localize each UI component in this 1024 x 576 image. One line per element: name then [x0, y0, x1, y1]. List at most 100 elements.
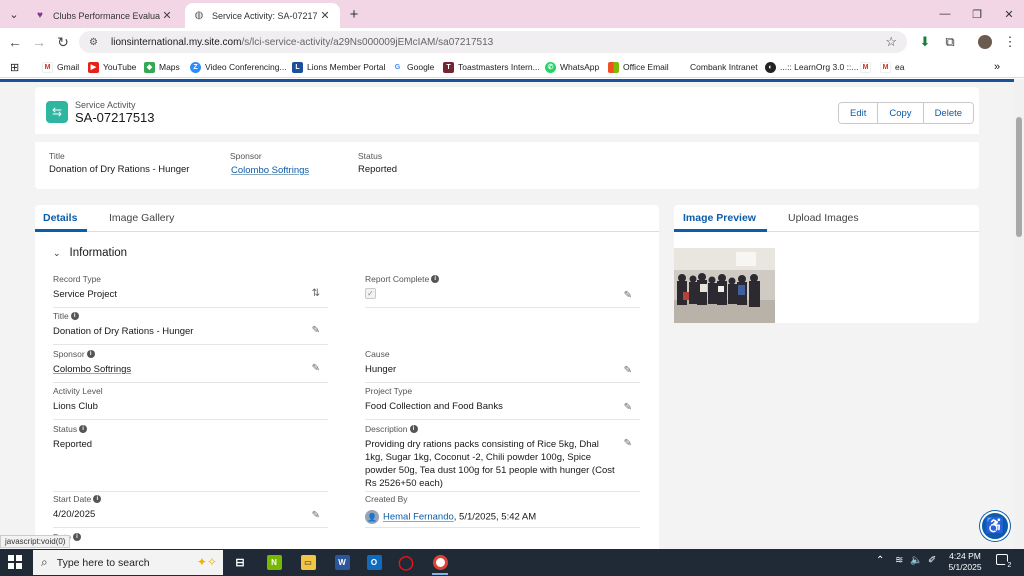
tab-details[interactable]: Details: [43, 212, 77, 224]
close-tab-icon[interactable]: ✕: [160, 9, 174, 22]
address-bar[interactable]: ⚙ lionsinternational.my.site.com/s/lci-s…: [79, 31, 907, 53]
site-info-icon[interactable]: ⚙: [89, 37, 103, 48]
field-report-complete: Report Complete i ✓ ✎: [365, 274, 640, 308]
browser-tab-service-activity[interactable]: ◍ Service Activity: SA-07217513 ✕: [185, 3, 340, 28]
edit-pencil-icon[interactable]: ✎: [624, 438, 632, 449]
whatsapp-icon: ✆: [545, 61, 556, 73]
notifications-icon[interactable]: 2: [996, 554, 1014, 570]
page-content: ⇆ Service Activity SA-07217513 Edit Copy…: [0, 79, 1014, 549]
opera-app-icon[interactable]: ◯: [394, 552, 418, 573]
reload-icon[interactable]: ↻: [53, 32, 73, 52]
profile-avatar[interactable]: [976, 33, 994, 51]
office-icon: [608, 61, 619, 73]
tray-overflow-icon[interactable]: ⌃: [876, 555, 884, 566]
back-icon[interactable]: ←: [5, 32, 25, 52]
scrollbar-thumb[interactable]: [1016, 117, 1022, 237]
bookmarks-bar: ⊞ M Gmail ▶ YouTube ◆ Maps Z Video Conferenc…: [0, 56, 1024, 78]
divider: [35, 134, 979, 142]
close-window-icon[interactable]: ✕: [994, 4, 1024, 24]
volume-icon[interactable]: 🔈: [910, 555, 922, 566]
tab-image-preview[interactable]: Image Preview: [683, 212, 756, 224]
highlight-title-label: Title: [49, 151, 65, 161]
edit-pencil-icon[interactable]: ✎: [624, 290, 632, 301]
edit-pencil-icon[interactable]: ✎: [624, 365, 632, 376]
edit-pencil-icon[interactable]: ✎: [624, 402, 632, 413]
bookmark-maps[interactable]: ◆ Maps: [144, 60, 180, 74]
change-record-type-icon[interactable]: ⇅: [312, 288, 320, 299]
taskbar-clock[interactable]: 4:24 PM 5/1/2025: [945, 551, 985, 573]
info-icon[interactable]: i: [93, 495, 102, 503]
accessibility-icon[interactable]: ♿: [980, 511, 1010, 541]
apps-grid-icon[interactable]: ⊞: [10, 60, 19, 74]
bookmark-ea[interactable]: Mea: [880, 60, 904, 74]
preview-tabs: Image Preview Upload Images: [674, 205, 979, 232]
taskbar-search-box[interactable]: ⌕ Type here to search ✦✧: [33, 550, 223, 575]
windows-start-icon[interactable]: [8, 555, 22, 569]
field-title: Title i Donation of Dry Rations - Hunger …: [53, 311, 328, 345]
edit-pencil-icon[interactable]: ✎: [312, 325, 320, 336]
activity-photo[interactable]: [674, 248, 775, 323]
copy-button[interactable]: Copy: [878, 103, 924, 123]
edit-button[interactable]: Edit: [839, 103, 879, 123]
edit-pencil-icon[interactable]: ✎: [312, 510, 320, 521]
bookmark-combank-intranet[interactable]: Combank Intranet: [690, 60, 758, 74]
lions-favicon-icon: ♥: [37, 10, 43, 21]
info-icon[interactable]: i: [70, 312, 79, 320]
section-information-header[interactable]: ⌄ Information: [53, 247, 127, 259]
bookmark-lions-member-portal[interactable]: L Lions Member Portal: [292, 60, 385, 74]
bookmark-toastmasters[interactable]: T Toastmasters Intern...: [443, 60, 540, 74]
minimize-icon[interactable]: —: [930, 4, 960, 24]
file-explorer-icon[interactable]: ▭: [296, 552, 320, 573]
nvidia-app-icon[interactable]: N: [262, 552, 286, 573]
chrome-app-icon[interactable]: [428, 552, 452, 575]
tab-upload-images[interactable]: Upload Images: [788, 212, 859, 224]
field-created-by: Created By 👤 Hemal Fernando, 5/1/2025, 5:…: [365, 494, 640, 528]
bookmark-office-email[interactable]: Office Email: [608, 60, 669, 74]
bookmark-star-icon[interactable]: ☆: [885, 34, 897, 50]
created-date: , 5/1/2025, 5:42 AM: [453, 511, 537, 523]
tab-search-chevron-icon[interactable]: ⌄: [4, 4, 24, 24]
download-icon[interactable]: ⬇: [916, 33, 934, 51]
new-tab-icon[interactable]: +: [345, 5, 363, 23]
field-status: Status i Reported: [53, 424, 328, 492]
created-by-user-link[interactable]: Hemal Fernando: [383, 512, 454, 523]
browser-tab-clubs[interactable]: ♥ Clubs Performance Evaluation S ✕: [26, 3, 182, 28]
extensions-icon[interactable]: ⧉: [941, 33, 959, 51]
bookmark-gmail-2[interactable]: M: [860, 60, 875, 74]
highlight-status-value: Reported: [358, 164, 398, 175]
bookmark-gmail[interactable]: M Gmail: [42, 60, 79, 74]
report-complete-checkbox: ✓: [365, 288, 376, 299]
info-icon[interactable]: i: [431, 275, 440, 283]
info-icon[interactable]: i: [409, 425, 418, 433]
highlight-sponsor-link[interactable]: Colombo Softrings: [231, 165, 309, 176]
delete-button[interactable]: Delete: [923, 103, 974, 123]
zoom-icon: Z: [190, 61, 201, 73]
outlook-app-icon[interactable]: O: [362, 552, 386, 573]
bookmark-youtube[interactable]: ▶ YouTube: [88, 60, 136, 74]
bookmark-whatsapp[interactable]: ✆ WhatsApp: [545, 60, 599, 74]
info-icon[interactable]: i: [72, 533, 81, 541]
pen-icon[interactable]: ✐: [928, 555, 936, 566]
clock-date: 5/1/2025: [948, 562, 982, 572]
browser-menu-icon[interactable]: ⋮: [1001, 33, 1019, 51]
forward-icon[interactable]: →: [29, 32, 49, 52]
edit-pencil-icon[interactable]: ✎: [312, 363, 320, 374]
close-tab-icon[interactable]: ✕: [318, 9, 332, 22]
wifi-icon[interactable]: ≋: [895, 555, 903, 566]
bookmark-video-conferencing[interactable]: Z Video Conferencing...: [190, 60, 287, 74]
field-end-date: Datei: [53, 532, 328, 549]
restore-icon[interactable]: ❐: [962, 4, 992, 24]
word-app-icon[interactable]: W: [330, 552, 354, 573]
info-icon[interactable]: i: [86, 350, 95, 358]
more-bookmarks-icon[interactable]: »: [994, 60, 1000, 74]
youtube-icon: ▶: [88, 61, 99, 73]
bookmark-learnorg[interactable]: ◐...:: LearnOrg 3.0 ::...: [765, 60, 858, 74]
sponsor-link[interactable]: Colombo Softrings: [53, 363, 131, 376]
info-icon[interactable]: i: [79, 425, 88, 433]
task-view-icon[interactable]: ⊟: [228, 552, 252, 573]
page-scrollbar[interactable]: [1014, 79, 1024, 549]
lions-portal-icon: L: [292, 61, 303, 73]
bookmark-google[interactable]: G Google: [392, 60, 434, 74]
tab-image-gallery[interactable]: Image Gallery: [109, 212, 174, 224]
tab-underline: [35, 229, 87, 232]
